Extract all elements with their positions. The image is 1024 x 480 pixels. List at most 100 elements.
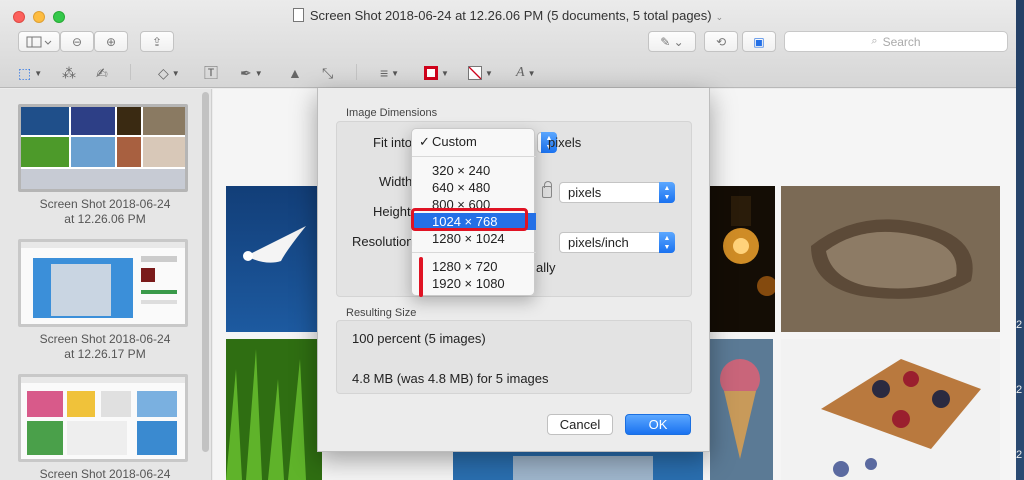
waffles-photo (781, 339, 1000, 480)
resolution-unit-popup[interactable]: pixels/inch ▲ ▼ (559, 232, 675, 253)
search-placeholder: Search (882, 34, 921, 49)
text-style-icon: A (516, 65, 525, 80)
thumbnail-2-label: Screen Shot 2018-06-24 at 12.26.17 PM (0, 332, 210, 362)
search-field[interactable]: ⌕ Search (784, 31, 1008, 52)
preview-window: Screen Shot 2018-06-24 at 12.26.06 PM (5… (0, 0, 1016, 480)
resize-icon: ⤡ (322, 64, 334, 81)
markup-toolbar-button[interactable]: ▣ (742, 31, 776, 52)
text-style-tool[interactable]: A ▼ (516, 63, 535, 83)
share-icon: ⇪ (151, 34, 163, 49)
shapes-tool[interactable]: ◇ ▼ (158, 63, 180, 83)
zoom-in-icon: ⊕ (105, 34, 117, 49)
desktop-edge-label: 2 (1016, 319, 1023, 331)
chevron-down-icon: ▼ (485, 68, 493, 78)
chevron-down-icon: ▼ (441, 68, 449, 78)
image-dimensions-label: Image Dimensions (346, 107, 438, 119)
thumbnail-3-label: Screen Shot 2018-06-24 (0, 467, 210, 480)
sidebar-scrollbar[interactable] (202, 92, 209, 452)
menu-separator (412, 156, 536, 157)
width-label: Width (379, 174, 413, 189)
chevron-down-icon: ▼ (527, 68, 536, 78)
rectangular-selection-tool[interactable]: ⬚ ▼ (18, 63, 42, 83)
highlighter-icon: ✎ ⌄ (660, 34, 684, 49)
view-menu-button[interactable] (18, 31, 60, 52)
checkmark-icon: ✓ (419, 134, 430, 149)
ok-button[interactable]: OK (625, 414, 691, 435)
menu-item-1280x1024[interactable]: 1280 × 1024 (412, 230, 536, 247)
border-color-tool[interactable]: ▼ (424, 63, 449, 83)
text-tool[interactable]: 🅃 (204, 63, 218, 83)
resolution-label: Resolution (352, 234, 414, 249)
chevron-down-icon: ▼ (34, 68, 43, 78)
fit-into-label: Fit into (373, 135, 413, 150)
menu-item-640x480[interactable]: 640 × 480 (412, 179, 536, 196)
chevron-down-icon: ▼ (171, 68, 180, 78)
document-icon (292, 8, 304, 22)
thumbnail-label-line: at 12.26.17 PM (64, 347, 146, 361)
menu-separator (412, 252, 536, 253)
adjust-color-icon: ▲ (288, 65, 302, 81)
signature-icon: ✒ (240, 64, 252, 81)
thumbnail-2[interactable] (18, 239, 188, 327)
fill-color-icon (468, 66, 482, 80)
menu-item-320x240[interactable]: 320 × 240 (412, 162, 536, 179)
share-button[interactable]: ⇪ (140, 31, 174, 52)
shape-style-tool[interactable]: ≡ ▼ (380, 63, 399, 83)
thumbnail-label-line: Screen Shot 2018-06-24 (39, 332, 171, 346)
thumbnail-1-label: Screen Shot 2018-06-24 at 12.26.06 PM (0, 197, 210, 227)
desktop-edge-label: 2 (1016, 449, 1023, 461)
text-box-icon: 🅃 (204, 65, 218, 81)
bulbs-photo (709, 186, 775, 332)
chevron-down-icon: ▼ (391, 68, 400, 78)
line-style-icon: ≡ (380, 65, 389, 81)
thumbnail-3[interactable] (18, 374, 188, 462)
sketch-tool[interactable]: ✍ (96, 63, 108, 83)
rotate-button[interactable]: ⟲ (704, 31, 738, 52)
adjust-color-tool[interactable]: ▲ (288, 63, 302, 83)
toolbox-icon: ▣ (753, 34, 765, 49)
width-unit-value: pixels (568, 185, 602, 200)
percent-text: 100 percent (5 images) (352, 331, 486, 346)
resulting-size-label: Resulting Size (346, 307, 417, 319)
lock-icon[interactable] (542, 181, 552, 198)
cancel-button[interactable]: Cancel (547, 414, 613, 435)
building-photo-edge (453, 451, 703, 480)
sign-tool[interactable]: ✒ ▼ (240, 63, 263, 83)
selection-icon: ⬚ (18, 64, 32, 81)
highlight-annotation-box (411, 208, 528, 231)
fill-color-tool[interactable]: ▼ (468, 63, 493, 83)
stepper-arrows-icon: ▲ ▼ (659, 232, 675, 253)
highlight-button[interactable]: ✎ ⌄ (648, 31, 696, 52)
border-color-icon (424, 66, 438, 80)
webpage-thumbnail (21, 242, 185, 324)
grass-photo (226, 339, 322, 480)
title-bar: Screen Shot 2018-06-24 at 12.26.06 PM (5… (0, 0, 1016, 88)
sidebar-icon (26, 36, 52, 47)
zoom-out-icon: ⊖ (71, 34, 83, 49)
thumbnail-label-line: Screen Shot 2018-06-24 (39, 467, 171, 480)
rotate-icon: ⟲ (715, 34, 727, 49)
footprint-photo (781, 186, 1000, 332)
collage-thumbnail (21, 107, 185, 189)
menu-item-custom[interactable]: ✓ Custom (412, 133, 536, 150)
zoom-out-button[interactable]: ⊖ (60, 31, 94, 52)
resolution-unit-value: pixels/inch (568, 235, 629, 250)
thumbnail-1[interactable] (18, 104, 188, 192)
chevron-down-icon[interactable]: ⌄ (716, 12, 724, 22)
shapes-icon: ◇ (158, 64, 169, 81)
thumbnail-label-line: at 12.26.06 PM (64, 212, 146, 226)
width-unit-popup[interactable]: pixels ▲ ▼ (559, 182, 675, 203)
height-label: Height (373, 204, 411, 219)
adjust-size-tool[interactable]: ⤡ (322, 63, 333, 83)
search-icon: ⌕ (871, 35, 878, 47)
thumbnail-label-line: Screen Shot 2018-06-24 (39, 197, 171, 211)
instant-alpha-tool[interactable]: ⁂ (62, 63, 76, 83)
toolbar-divider (130, 64, 131, 80)
menu-item-1920x1080[interactable]: 1920 × 1080 (412, 275, 536, 292)
menu-item-label: Custom (432, 134, 477, 149)
resulting-size-group: 100 percent (5 images) 4.8 MB (was 4.8 M… (336, 320, 692, 394)
highlight-annotation-bar (419, 257, 423, 297)
menu-item-1280x720[interactable]: 1280 × 720 (412, 258, 536, 275)
zoom-in-button[interactable]: ⊕ (94, 31, 128, 52)
fit-pixels-label: pixels (548, 135, 582, 150)
